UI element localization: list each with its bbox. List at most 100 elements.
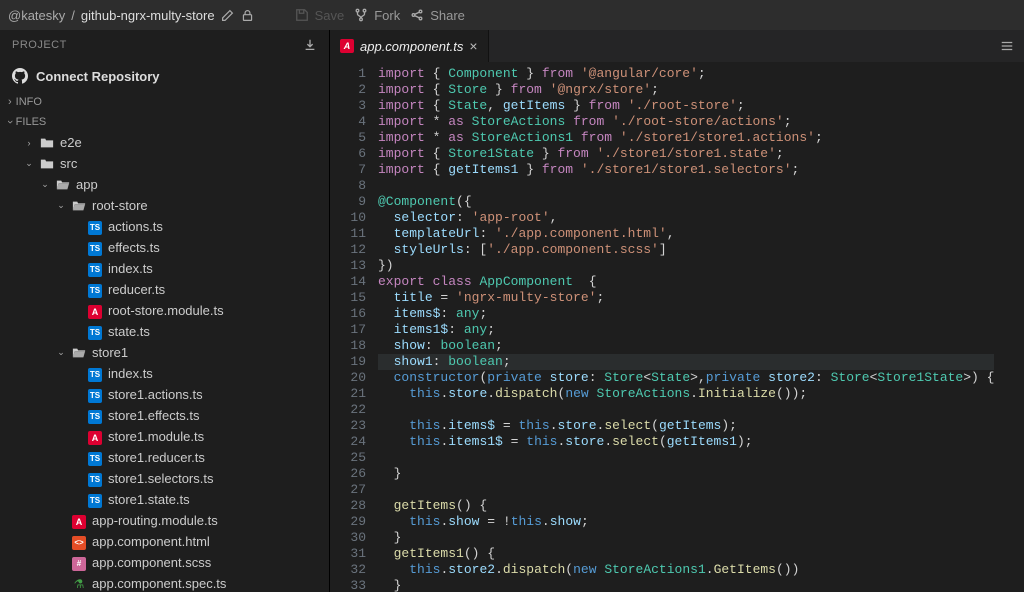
github-icon: [12, 68, 28, 84]
folder-row[interactable]: ⌄src: [0, 153, 329, 174]
code-line[interactable]: this.items1$ = this.store.select(getItem…: [378, 434, 994, 450]
tree-item-label: state.ts: [108, 324, 150, 339]
file-row[interactable]: #app.component.scss: [0, 552, 329, 573]
lock-icon[interactable]: [241, 8, 255, 22]
code-line[interactable]: this.store.dispatch(new StoreActions.Ini…: [378, 386, 994, 402]
code-line[interactable]: @Component({: [378, 194, 994, 210]
file-row[interactable]: TSreducer.ts: [0, 279, 329, 300]
file-row[interactable]: ⚗app.component.spec.ts: [0, 573, 329, 592]
file-row[interactable]: TSstore1.effects.ts: [0, 405, 329, 426]
fork-icon: [354, 8, 368, 22]
line-number: 20: [330, 370, 366, 386]
line-number: 22: [330, 402, 366, 418]
code-line[interactable]: [378, 402, 994, 418]
code-line[interactable]: [378, 450, 994, 466]
save-button[interactable]: Save: [295, 8, 345, 23]
code-line[interactable]: import * as StoreActions from './root-st…: [378, 114, 994, 130]
code-line[interactable]: }: [378, 466, 994, 482]
connect-repository[interactable]: Connect Repository: [0, 60, 329, 92]
chevron-down-icon: ⌄: [56, 347, 66, 358]
line-number: 1: [330, 66, 366, 82]
file-row[interactable]: TSactions.ts: [0, 216, 329, 237]
code-line[interactable]: export class AppComponent {: [378, 274, 994, 290]
tree-item-label: src: [60, 156, 77, 171]
code-line[interactable]: import { Store1State } from './store1/st…: [378, 146, 994, 162]
code-line[interactable]: selector: 'app-root',: [378, 210, 994, 226]
code-line[interactable]: import { Store } from '@ngrx/store';: [378, 82, 994, 98]
code-line[interactable]: import { Component } from '@angular/core…: [378, 66, 994, 82]
code-line[interactable]: [378, 482, 994, 498]
tab-overflow-button[interactable]: [990, 39, 1024, 53]
code-line[interactable]: show: boolean;: [378, 338, 994, 354]
file-row[interactable]: <>app.component.html: [0, 531, 329, 552]
code-line[interactable]: show1: boolean;: [378, 354, 994, 370]
file-tree: ›e2e⌄src⌄app⌄root-storeTSactions.tsTSeff…: [0, 132, 329, 592]
fork-button[interactable]: Fork: [354, 8, 400, 23]
code-line[interactable]: title = 'ngrx-multy-store';: [378, 290, 994, 306]
code-line[interactable]: constructor(private store: Store<State>,…: [378, 370, 994, 386]
folder-row[interactable]: ⌄app: [0, 174, 329, 195]
file-row[interactable]: Aapp-routing.module.ts: [0, 510, 329, 531]
tree-item-label: store1.effects.ts: [108, 408, 200, 423]
code-line[interactable]: import * as StoreActions1 from './store1…: [378, 130, 994, 146]
share-label: Share: [430, 8, 465, 23]
code-line[interactable]: this.show = !this.show;: [378, 514, 994, 530]
repo-name[interactable]: github-ngrx-multy-store: [81, 8, 215, 23]
file-row[interactable]: TSindex.ts: [0, 258, 329, 279]
file-row[interactable]: TSstore1.state.ts: [0, 489, 329, 510]
file-row[interactable]: TSstore1.reducer.ts: [0, 447, 329, 468]
chevron-down-icon: ⌄: [56, 200, 66, 211]
tab-bar: A app.component.ts ×: [330, 30, 1024, 62]
line-number: 10: [330, 210, 366, 226]
close-icon[interactable]: ×: [469, 38, 477, 54]
folder-icon: [40, 157, 54, 171]
code-line[interactable]: getItems1() {: [378, 546, 994, 562]
line-number: 17: [330, 322, 366, 338]
tree-item-label: actions.ts: [108, 219, 163, 234]
code-line[interactable]: templateUrl: './app.component.html',: [378, 226, 994, 242]
file-row[interactable]: TSstore1.selectors.ts: [0, 468, 329, 489]
code-content[interactable]: import { Component } from '@angular/core…: [378, 62, 994, 592]
line-number: 13: [330, 258, 366, 274]
pencil-icon[interactable]: [221, 8, 235, 22]
owner-name[interactable]: @katesky: [8, 8, 65, 23]
code-line[interactable]: this.store2.dispatch(new StoreActions1.G…: [378, 562, 994, 578]
code-line[interactable]: }: [378, 530, 994, 546]
code-line[interactable]: getItems() {: [378, 498, 994, 514]
code-line[interactable]: this.items$ = this.store.select(getItems…: [378, 418, 994, 434]
file-row[interactable]: Aroot-store.module.ts: [0, 300, 329, 321]
code-line[interactable]: [378, 178, 994, 194]
code-line[interactable]: }): [378, 258, 994, 274]
angular-icon: A: [340, 39, 354, 53]
tab-app-component-ts[interactable]: A app.component.ts ×: [330, 30, 489, 62]
file-row[interactable]: TSindex.ts: [0, 363, 329, 384]
folder-row[interactable]: ⌄root-store: [0, 195, 329, 216]
file-row[interactable]: TSstate.ts: [0, 321, 329, 342]
files-section-header[interactable]: › FILES: [0, 112, 329, 132]
code-line[interactable]: items1$: any;: [378, 322, 994, 338]
code-line[interactable]: }: [378, 578, 994, 592]
tree-item-label: app.component.spec.ts: [92, 576, 226, 591]
line-number: 28: [330, 498, 366, 514]
tree-item-label: store1.selectors.ts: [108, 471, 214, 486]
folder-row[interactable]: ›e2e: [0, 132, 329, 153]
code-area[interactable]: 1234567891011121314151617181920212223242…: [330, 62, 1024, 592]
line-number: 21: [330, 386, 366, 402]
file-row[interactable]: TSeffects.ts: [0, 237, 329, 258]
download-icon[interactable]: [303, 38, 317, 52]
file-row[interactable]: Astore1.module.ts: [0, 426, 329, 447]
code-line[interactable]: import { State, getItems } from './root-…: [378, 98, 994, 114]
file-row[interactable]: TSstore1.actions.ts: [0, 384, 329, 405]
connect-repository-label: Connect Repository: [36, 69, 160, 84]
tree-item-label: app.component.scss: [92, 555, 211, 570]
code-line[interactable]: items$: any;: [378, 306, 994, 322]
ts-icon: TS: [88, 386, 102, 403]
info-section-header[interactable]: › INFO: [0, 92, 329, 112]
folder-row[interactable]: ⌄ store1: [0, 342, 329, 363]
line-number: 11: [330, 226, 366, 242]
code-line[interactable]: styleUrls: ['./app.component.scss']: [378, 242, 994, 258]
code-line[interactable]: import { getItems1 } from './store1/stor…: [378, 162, 994, 178]
line-number: 2: [330, 82, 366, 98]
share-button[interactable]: Share: [410, 8, 465, 23]
tree-item-label: store1: [92, 345, 128, 360]
